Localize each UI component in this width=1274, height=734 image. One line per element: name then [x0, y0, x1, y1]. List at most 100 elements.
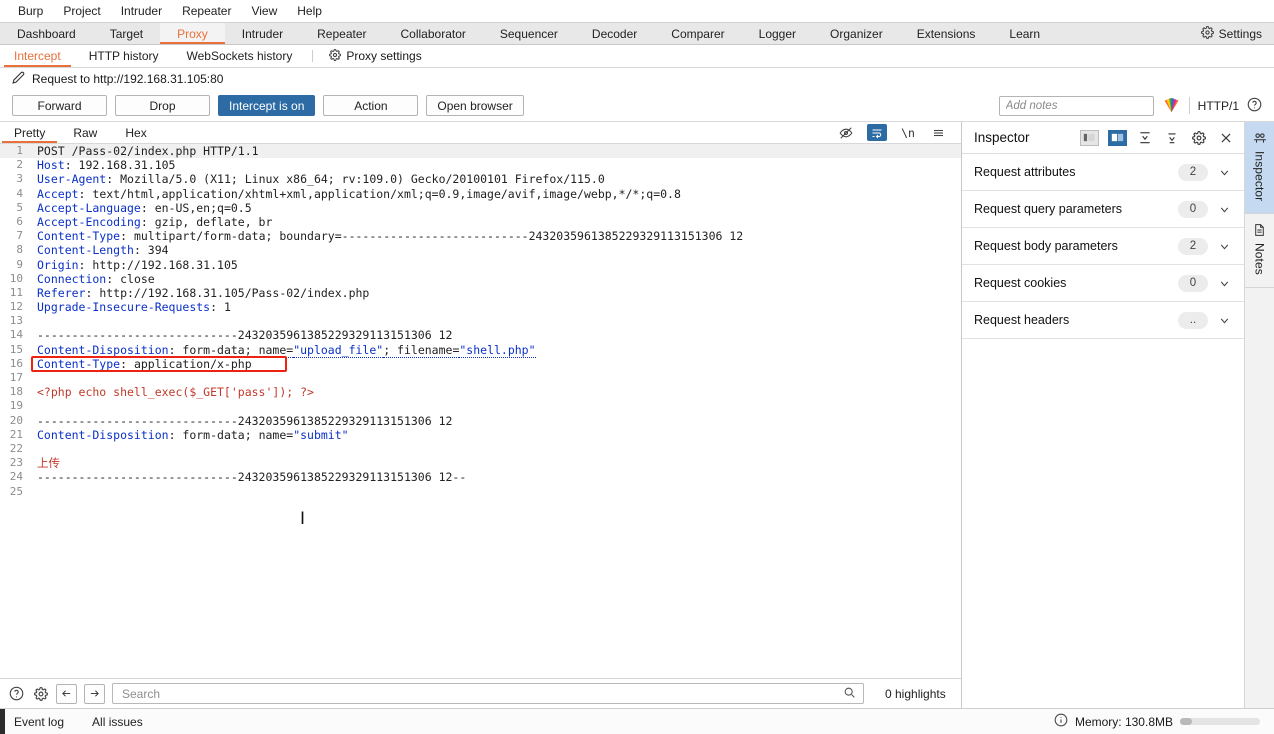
vtab-notes[interactable]: Notes: [1245, 214, 1274, 288]
menu-item-intruder[interactable]: Intruder: [111, 2, 172, 20]
layout-split-button[interactable]: [1108, 130, 1127, 146]
line-number: 24: [0, 470, 29, 484]
request-code-area[interactable]: 1POST /Pass-02/index.php HTTP/1.12Host: …: [0, 144, 961, 678]
menu-item-project[interactable]: Project: [53, 2, 110, 20]
code-line: 7Content-Type: multipart/form-data; boun…: [0, 229, 961, 243]
gear-icon[interactable]: [32, 685, 49, 702]
line-text: -----------------------------24320359613…: [29, 470, 466, 484]
tab-intruder[interactable]: Intruder: [225, 23, 300, 44]
chevron-down-icon[interactable]: [1216, 166, 1232, 179]
code-segment: : form-data; name=: [169, 428, 294, 442]
subtab-intercept[interactable]: Intercept: [0, 45, 75, 67]
code-segment: Content-Disposition: [37, 428, 169, 442]
line-number: 4: [0, 187, 29, 201]
status-event-log[interactable]: Event log: [0, 715, 78, 729]
code-segment: : 394: [134, 243, 169, 257]
newline-icon[interactable]: \n: [899, 125, 917, 141]
inspector-section-label: Request headers: [974, 313, 1170, 327]
tab-target[interactable]: Target: [93, 23, 160, 44]
layout-compact-button[interactable]: [1080, 130, 1099, 146]
menu-item-help[interactable]: Help: [287, 2, 332, 20]
drop-button[interactable]: Drop: [115, 95, 210, 116]
subtab-http-history[interactable]: HTTP history: [75, 45, 173, 67]
line-number: 22: [0, 442, 29, 456]
tab-sequencer[interactable]: Sequencer: [483, 23, 575, 44]
intercept-button-row: Forward Drop Intercept is on Action Open…: [0, 90, 1274, 122]
line-number: 18: [0, 385, 29, 399]
settings-button[interactable]: Settings: [1193, 23, 1274, 44]
line-text: Accept-Language: en-US,en;q=0.5: [29, 201, 252, 215]
gear-icon[interactable]: [1190, 129, 1208, 147]
tab-learn[interactable]: Learn: [992, 23, 1057, 44]
editor-tab-pretty[interactable]: Pretty: [0, 122, 59, 143]
vtab-inspector-label: Inspector: [1253, 151, 1267, 201]
inspector-section-row[interactable]: Request cookies0: [962, 265, 1244, 302]
action-button[interactable]: Action: [323, 95, 418, 116]
code-segment: : text/html,application/xhtml+xml,applic…: [79, 187, 681, 201]
chevron-down-icon[interactable]: [1216, 277, 1232, 290]
editor-tab-spacer: [161, 122, 837, 143]
menu-icon[interactable]: [929, 125, 947, 141]
tab-comparer[interactable]: Comparer: [654, 23, 741, 44]
inspector-section-count: 0: [1178, 275, 1208, 292]
code-segment: "shell.php": [459, 343, 535, 358]
code-segment: Accept-Language: [37, 201, 141, 215]
collapse-all-icon[interactable]: [1136, 129, 1154, 147]
forward-button[interactable]: [84, 684, 105, 704]
line-text: Origin: http://192.168.31.105: [29, 258, 238, 272]
code-segment: : Mozilla/5.0 (X11; Linux x86_64; rv:109…: [106, 172, 605, 186]
subtab-websockets-history[interactable]: WebSockets history: [173, 45, 307, 67]
eye-off-icon[interactable]: [837, 125, 855, 141]
help-icon[interactable]: [1247, 97, 1262, 115]
tab-repeater[interactable]: Repeater: [300, 23, 383, 44]
open-browser-button[interactable]: Open browser: [426, 95, 523, 116]
editor-tab-raw[interactable]: Raw: [59, 122, 111, 143]
line-text: Content-Type: application/x-php: [29, 357, 252, 371]
back-button[interactable]: [56, 684, 77, 704]
proxy-settings-button[interactable]: Proxy settings: [319, 45, 431, 67]
editor-icon-group: \n: [837, 122, 961, 143]
inspector-section-row[interactable]: Request attributes2: [962, 154, 1244, 191]
expand-all-icon[interactable]: [1163, 129, 1181, 147]
code-segment: -----------------------------24320359613…: [37, 414, 452, 428]
menu-item-repeater[interactable]: Repeater: [172, 2, 241, 20]
menu-item-burp[interactable]: Burp: [8, 2, 53, 20]
tab-collaborator[interactable]: Collaborator: [384, 23, 483, 44]
line-text: Content-Disposition: form-data; name="up…: [29, 343, 536, 357]
code-segment: : en-US,en;q=0.5: [141, 201, 252, 215]
add-notes-input[interactable]: [999, 96, 1154, 116]
inspector-section-row[interactable]: Request headers..: [962, 302, 1244, 339]
settings-label: Settings: [1219, 27, 1262, 41]
status-all-issues[interactable]: All issues: [78, 715, 157, 729]
help-icon[interactable]: [8, 685, 25, 702]
word-wrap-icon[interactable]: [867, 124, 887, 141]
search-field[interactable]: [112, 683, 864, 704]
tab-proxy[interactable]: Proxy: [160, 23, 225, 44]
tab-decoder[interactable]: Decoder: [575, 23, 654, 44]
code-line: 16Content-Type: application/x-php: [0, 357, 961, 371]
intercept-toggle-button[interactable]: Intercept is on: [218, 95, 315, 116]
memory-indicator[interactable]: Memory: 130.8MB: [1054, 713, 1274, 730]
chevron-down-icon[interactable]: [1216, 203, 1232, 216]
tab-dashboard[interactable]: Dashboard: [0, 23, 93, 44]
code-segment: Origin: [37, 258, 79, 272]
code-line: 3User-Agent: Mozilla/5.0 (X11; Linux x86…: [0, 172, 961, 186]
code-segment: POST /Pass-02/index.php HTTP/1.1: [37, 144, 259, 158]
code-segment: 上传: [37, 456, 60, 470]
inspector-section-row[interactable]: Request body parameters2: [962, 228, 1244, 265]
request-target-label: Request to http://192.168.31.105:80: [32, 72, 223, 86]
vtab-inspector[interactable]: Inspector: [1245, 122, 1274, 214]
line-number: 10: [0, 272, 29, 286]
forward-button[interactable]: Forward: [12, 95, 107, 116]
inspector-section-row[interactable]: Request query parameters0: [962, 191, 1244, 228]
search-input[interactable]: [120, 686, 843, 702]
chevron-down-icon[interactable]: [1216, 314, 1232, 327]
close-icon[interactable]: [1217, 129, 1235, 147]
tab-logger[interactable]: Logger: [742, 23, 813, 44]
editor-tab-hex[interactable]: Hex: [111, 122, 160, 143]
tab-extensions[interactable]: Extensions: [900, 23, 993, 44]
chevron-down-icon[interactable]: [1216, 240, 1232, 253]
menu-item-view[interactable]: View: [241, 2, 287, 20]
tab-organizer[interactable]: Organizer: [813, 23, 900, 44]
inspector-body: Inspector: [962, 122, 1244, 708]
